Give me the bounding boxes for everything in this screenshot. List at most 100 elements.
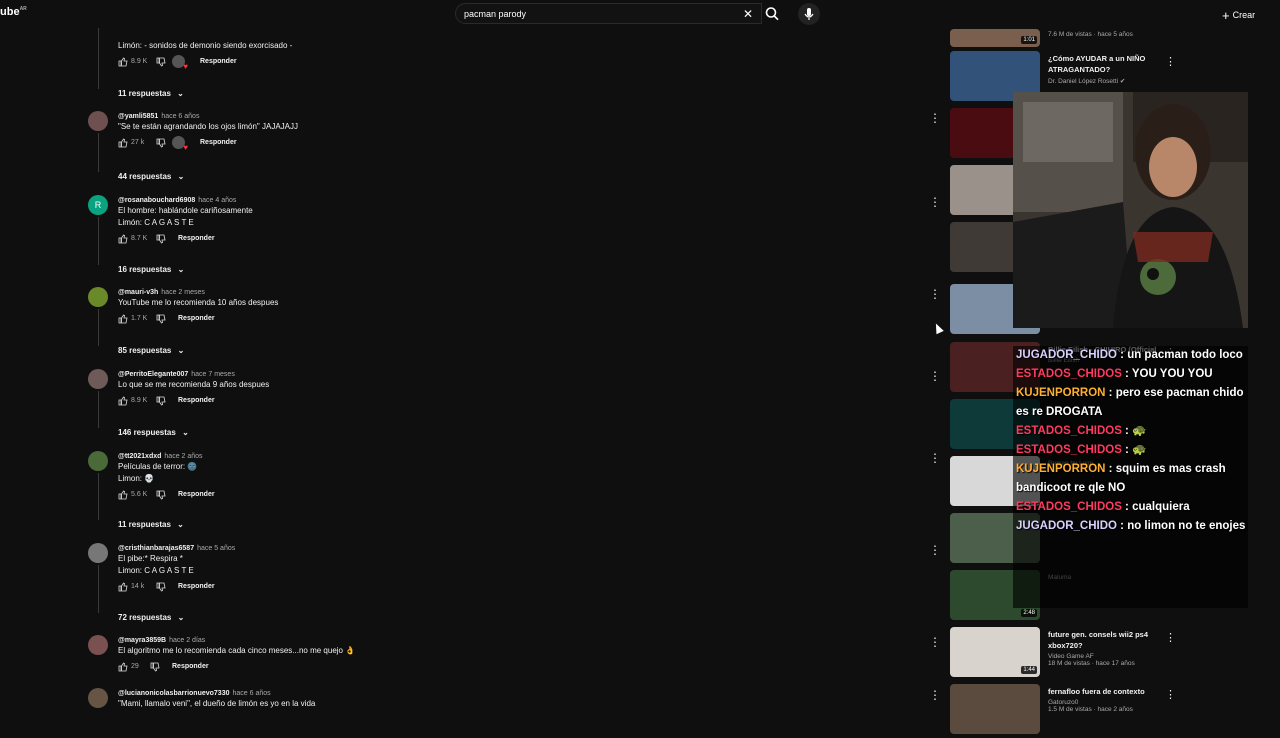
like-count: 14 k [131, 583, 145, 590]
replies-toggle[interactable]: 16 respuestas ⌄ [118, 265, 184, 274]
reply-button[interactable]: Responder [172, 663, 209, 670]
comment-author[interactable]: @PerritoElegante007 [118, 371, 188, 378]
search-button[interactable] [762, 3, 782, 24]
dislike-icon[interactable] [156, 490, 166, 500]
video-duration: 2:48 [1021, 609, 1037, 617]
reply-button[interactable]: Responder [178, 583, 215, 590]
video-duration: 1:44 [1021, 666, 1037, 674]
comment-date[interactable]: hace 6 años [232, 690, 270, 697]
like-count: 27 k [131, 139, 145, 146]
replies-toggle[interactable]: 85 respuestas ⌄ [118, 346, 184, 355]
comment-menu-icon[interactable]: ⋮ [929, 287, 941, 301]
avatar[interactable] [88, 287, 108, 307]
chat-text: : no limon no te enojes [1116, 520, 1246, 532]
comment-menu-icon[interactable]: ⋮ [929, 195, 941, 209]
reply-button[interactable]: Responder [178, 315, 215, 322]
avatar[interactable] [88, 635, 108, 655]
replies-count: 146 respuestas [118, 428, 176, 437]
comment-menu-icon[interactable]: ⋮ [929, 635, 941, 649]
comment-date[interactable]: hace 4 años [198, 197, 236, 204]
dislike-icon[interactable] [156, 234, 166, 244]
comment-author[interactable]: @lucianonicolasbarrionuevo7330 [118, 690, 229, 697]
comment-menu-icon[interactable]: ⋮ [929, 451, 941, 465]
like-icon[interactable] [118, 57, 128, 67]
avatar[interactable] [88, 451, 108, 471]
comment-text: Películas de terror: 🌚 [118, 462, 198, 471]
replies-toggle[interactable]: 72 respuestas ⌄ [118, 613, 184, 622]
replies-toggle[interactable]: 44 respuestas ⌄ [118, 172, 184, 181]
like-icon[interactable] [118, 490, 128, 500]
like-icon[interactable] [118, 582, 128, 592]
chat-text: : YOU YOU YOU [1121, 368, 1213, 380]
replies-toggle[interactable]: 146 respuestas ⌄ [118, 428, 189, 437]
video-channel[interactable]: Dr. Daniel López Rosetti ✔ [1048, 77, 1166, 85]
video-menu-icon[interactable]: ⋮ [1165, 631, 1176, 644]
dislike-icon[interactable] [156, 314, 166, 324]
search-box[interactable]: pacman parody ✕ [455, 3, 762, 24]
comment-menu-icon[interactable]: ⋮ [929, 543, 941, 557]
comment-author[interactable]: @cristhianbarajas6587 [118, 545, 194, 552]
video-title[interactable]: future gen. consels wii2 ps4 xbox720? [1048, 629, 1166, 651]
reply-button[interactable]: Responder [200, 58, 237, 65]
like-icon[interactable] [118, 138, 128, 148]
voice-search-button[interactable] [798, 3, 820, 25]
video-menu-icon[interactable]: ⋮ [1165, 688, 1176, 701]
reply-button[interactable]: Responder [178, 491, 215, 498]
dislike-icon[interactable] [156, 396, 166, 406]
comment-date[interactable]: hace 5 años [197, 545, 235, 552]
video-title[interactable]: ¿Cómo AYUDAR a un NIÑO ATRAGANTADO? [1048, 53, 1166, 75]
reply-button[interactable]: Responder [178, 397, 215, 404]
dislike-icon[interactable] [156, 138, 166, 148]
thread-line [98, 565, 99, 613]
video-menu-icon[interactable]: ⋮ [1165, 55, 1176, 68]
comment-date[interactable]: hace 7 meses [191, 371, 235, 378]
replies-toggle[interactable]: 11 respuestas ⌄ [118, 89, 184, 98]
comment-menu-icon[interactable]: ⋮ [929, 111, 941, 125]
like-icon[interactable] [118, 396, 128, 406]
video-thumbnail[interactable]: 1:01 [950, 29, 1040, 47]
comment-author[interactable]: @mauri-v3h [118, 289, 158, 296]
create-button[interactable]: + Crear [1222, 8, 1255, 23]
comment-menu-icon[interactable]: ⋮ [929, 369, 941, 383]
avatar[interactable] [88, 369, 108, 389]
avatar[interactable] [88, 543, 108, 563]
comment-menu-icon[interactable]: ⋮ [929, 688, 941, 702]
dislike-icon[interactable] [150, 662, 160, 672]
comment-author[interactable]: @mayra3859B [118, 637, 166, 644]
comment-author[interactable]: @rosanabouchard6908 [118, 197, 195, 204]
comment-date[interactable]: hace 6 años [161, 113, 199, 120]
video-channel[interactable]: Gatoruzo0 [1048, 699, 1166, 706]
comment-date[interactable]: hace 2 meses [161, 289, 205, 296]
avatar[interactable] [88, 688, 108, 708]
video-thumbnail[interactable]: 1:44 [950, 627, 1040, 677]
avatar[interactable]: R [88, 195, 108, 215]
clear-icon[interactable]: ✕ [743, 7, 753, 21]
dislike-icon[interactable] [156, 582, 166, 592]
logo-region: AR [19, 6, 27, 12]
related-video-item[interactable]: fernafloo fuera de contexto Gatoruzo0 1.5 … [950, 684, 1250, 738]
like-icon[interactable] [118, 314, 128, 324]
comment-text: YouTube me lo recomienda 10 años despues [118, 298, 279, 307]
chat-text: : 🐢 [1121, 425, 1147, 437]
reply-button[interactable]: Responder [200, 139, 237, 146]
avatar[interactable] [88, 111, 108, 131]
related-video-item[interactable]: 1:44 future gen. consels wii2 ps4 xbox720… [950, 627, 1250, 681]
search-input[interactable]: pacman parody [464, 9, 526, 19]
video-channel[interactable]: Video Game AF [1048, 653, 1166, 660]
like-count: 29 [131, 663, 139, 670]
thread-line [98, 217, 99, 265]
video-title[interactable]: fernafloo fuera de contexto [1048, 686, 1166, 697]
replies-toggle[interactable]: 11 respuestas ⌄ [118, 520, 184, 529]
reply-button[interactable]: Responder [178, 235, 215, 242]
comment-date[interactable]: hace 2 días [169, 637, 205, 644]
chat-text: : un pacman todo loco [1116, 349, 1243, 361]
video-thumbnail[interactable] [950, 684, 1040, 734]
like-icon[interactable] [118, 662, 128, 672]
dislike-icon[interactable] [156, 57, 166, 67]
comment-author[interactable]: @tt2021xdxd [118, 453, 161, 460]
comment-date[interactable]: hace 2 años [164, 453, 202, 460]
like-icon[interactable] [118, 234, 128, 244]
comment-author[interactable]: @yamli5851 [118, 113, 158, 120]
youtube-logo[interactable]: ubeAR [0, 6, 27, 18]
chat-message: KUJENPORRON : pero ese pacman chido es r… [1013, 384, 1248, 422]
